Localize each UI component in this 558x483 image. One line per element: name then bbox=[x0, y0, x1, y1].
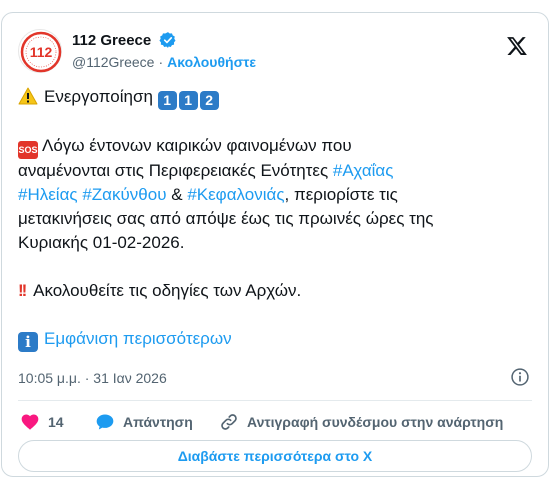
like-count: 14 bbox=[48, 414, 64, 430]
avatar-text: 112 bbox=[30, 44, 53, 60]
reply-button[interactable]: Απάντηση bbox=[95, 411, 193, 433]
handle[interactable]: @112Greece bbox=[72, 54, 154, 70]
warning-line-4: μετακινήσεις σας από απόψε έως τις πρωιν… bbox=[18, 209, 434, 228]
digit-box-2: 1 bbox=[178, 91, 198, 110]
warning-line-5: Κυριακής 01-02-2026. bbox=[18, 233, 185, 252]
author-names: 112 Greece @112Greece · Ακολουθήστε bbox=[72, 31, 257, 71]
speech-bubble-icon bbox=[96, 414, 114, 430]
info-icon[interactable] bbox=[510, 367, 530, 387]
warning-icon bbox=[18, 87, 38, 105]
heart-icon bbox=[21, 414, 39, 430]
warning-text-3: , περιορίστε τις bbox=[284, 185, 398, 204]
hashtag-ilia[interactable]: #Ηλείας bbox=[18, 185, 78, 204]
handle-row: @112Greece · Ακολουθήστε bbox=[72, 54, 257, 71]
sos-badge: SOS bbox=[18, 141, 38, 159]
copy-link-button[interactable]: Αντιγραφή συνδέσμου στην ανάρτηση bbox=[219, 411, 503, 433]
warning-line-3: #Ηλείας #Ζακύνθου & #Κεφαλονιάς, περιορί… bbox=[18, 183, 534, 207]
ampersand: & bbox=[166, 185, 188, 204]
link-icon bbox=[221, 414, 237, 430]
show-more-link[interactable]: Εμφάνιση περισσότερων bbox=[44, 329, 232, 348]
information-icon: i bbox=[18, 332, 38, 352]
tweet-text: Ενεργοποίηση 112 SOS Λόγω έντονων καιρικώ… bbox=[18, 85, 534, 352]
reply-label: Απάντηση bbox=[123, 414, 193, 430]
display-name[interactable]: 112 Greece bbox=[72, 32, 151, 49]
instructions-text: Ακολουθείτε τις οδηγίες των Αρχών. bbox=[33, 281, 302, 300]
x-logo-icon[interactable] bbox=[506, 35, 528, 57]
double-exclamation-icon: !! bbox=[18, 281, 27, 300]
timestamp[interactable]: 10:05 μ.μ. · 31 Ιαν 2026 bbox=[18, 370, 167, 386]
divider bbox=[18, 400, 532, 401]
like-button[interactable]: 14 bbox=[20, 411, 64, 433]
tweet-header: 112 112 Greece @112Greece · Ακολουθήστε bbox=[18, 27, 532, 75]
activation-line: Ενεργοποίηση 112 bbox=[18, 85, 534, 110]
warning-line-2: αναμένονται στις Περιφερειακές Ενότητες … bbox=[18, 159, 534, 183]
tweet-card: 112 112 Greece @112Greece·Ακολουθήστε bbox=[1, 12, 549, 477]
follow-button[interactable]: Ακολουθήστε bbox=[167, 54, 256, 70]
hashtag-zakynthos[interactable]: #Ζακύνθου bbox=[82, 185, 166, 204]
activation-text: Ενεργοποίηση bbox=[44, 87, 153, 106]
show-more-line: i Εμφάνιση περισσότερων bbox=[18, 327, 534, 352]
warning-text-2: αναμένονται στις Περιφερειακές Ενότητες bbox=[18, 161, 333, 180]
hashtag-achaia[interactable]: #Αχαΐας bbox=[333, 161, 394, 180]
warning-line-1: SOS Λόγω έντονων καιρικών φαινομένων που bbox=[18, 134, 534, 159]
hashtag-kefalonia[interactable]: #Κεφαλονιάς bbox=[187, 185, 284, 204]
digit-box-3: 2 bbox=[199, 91, 219, 110]
warning-text-1: Λόγω έντονων καιρικών φαινομένων που bbox=[42, 136, 352, 155]
avatar-logo-icon: 112 bbox=[20, 31, 62, 73]
digit-box-1: 1 bbox=[157, 91, 177, 110]
read-more-button[interactable]: Διαβάστε περισσότερα στο X bbox=[18, 440, 532, 472]
instructions-line: !! Ακολουθείτε τις οδηγίες των Αρχών. bbox=[18, 279, 534, 303]
copy-link-label: Αντιγραφή συνδέσμου στην ανάρτηση bbox=[247, 414, 504, 430]
verified-badge-icon bbox=[159, 32, 176, 48]
avatar[interactable]: 112 bbox=[18, 29, 62, 73]
